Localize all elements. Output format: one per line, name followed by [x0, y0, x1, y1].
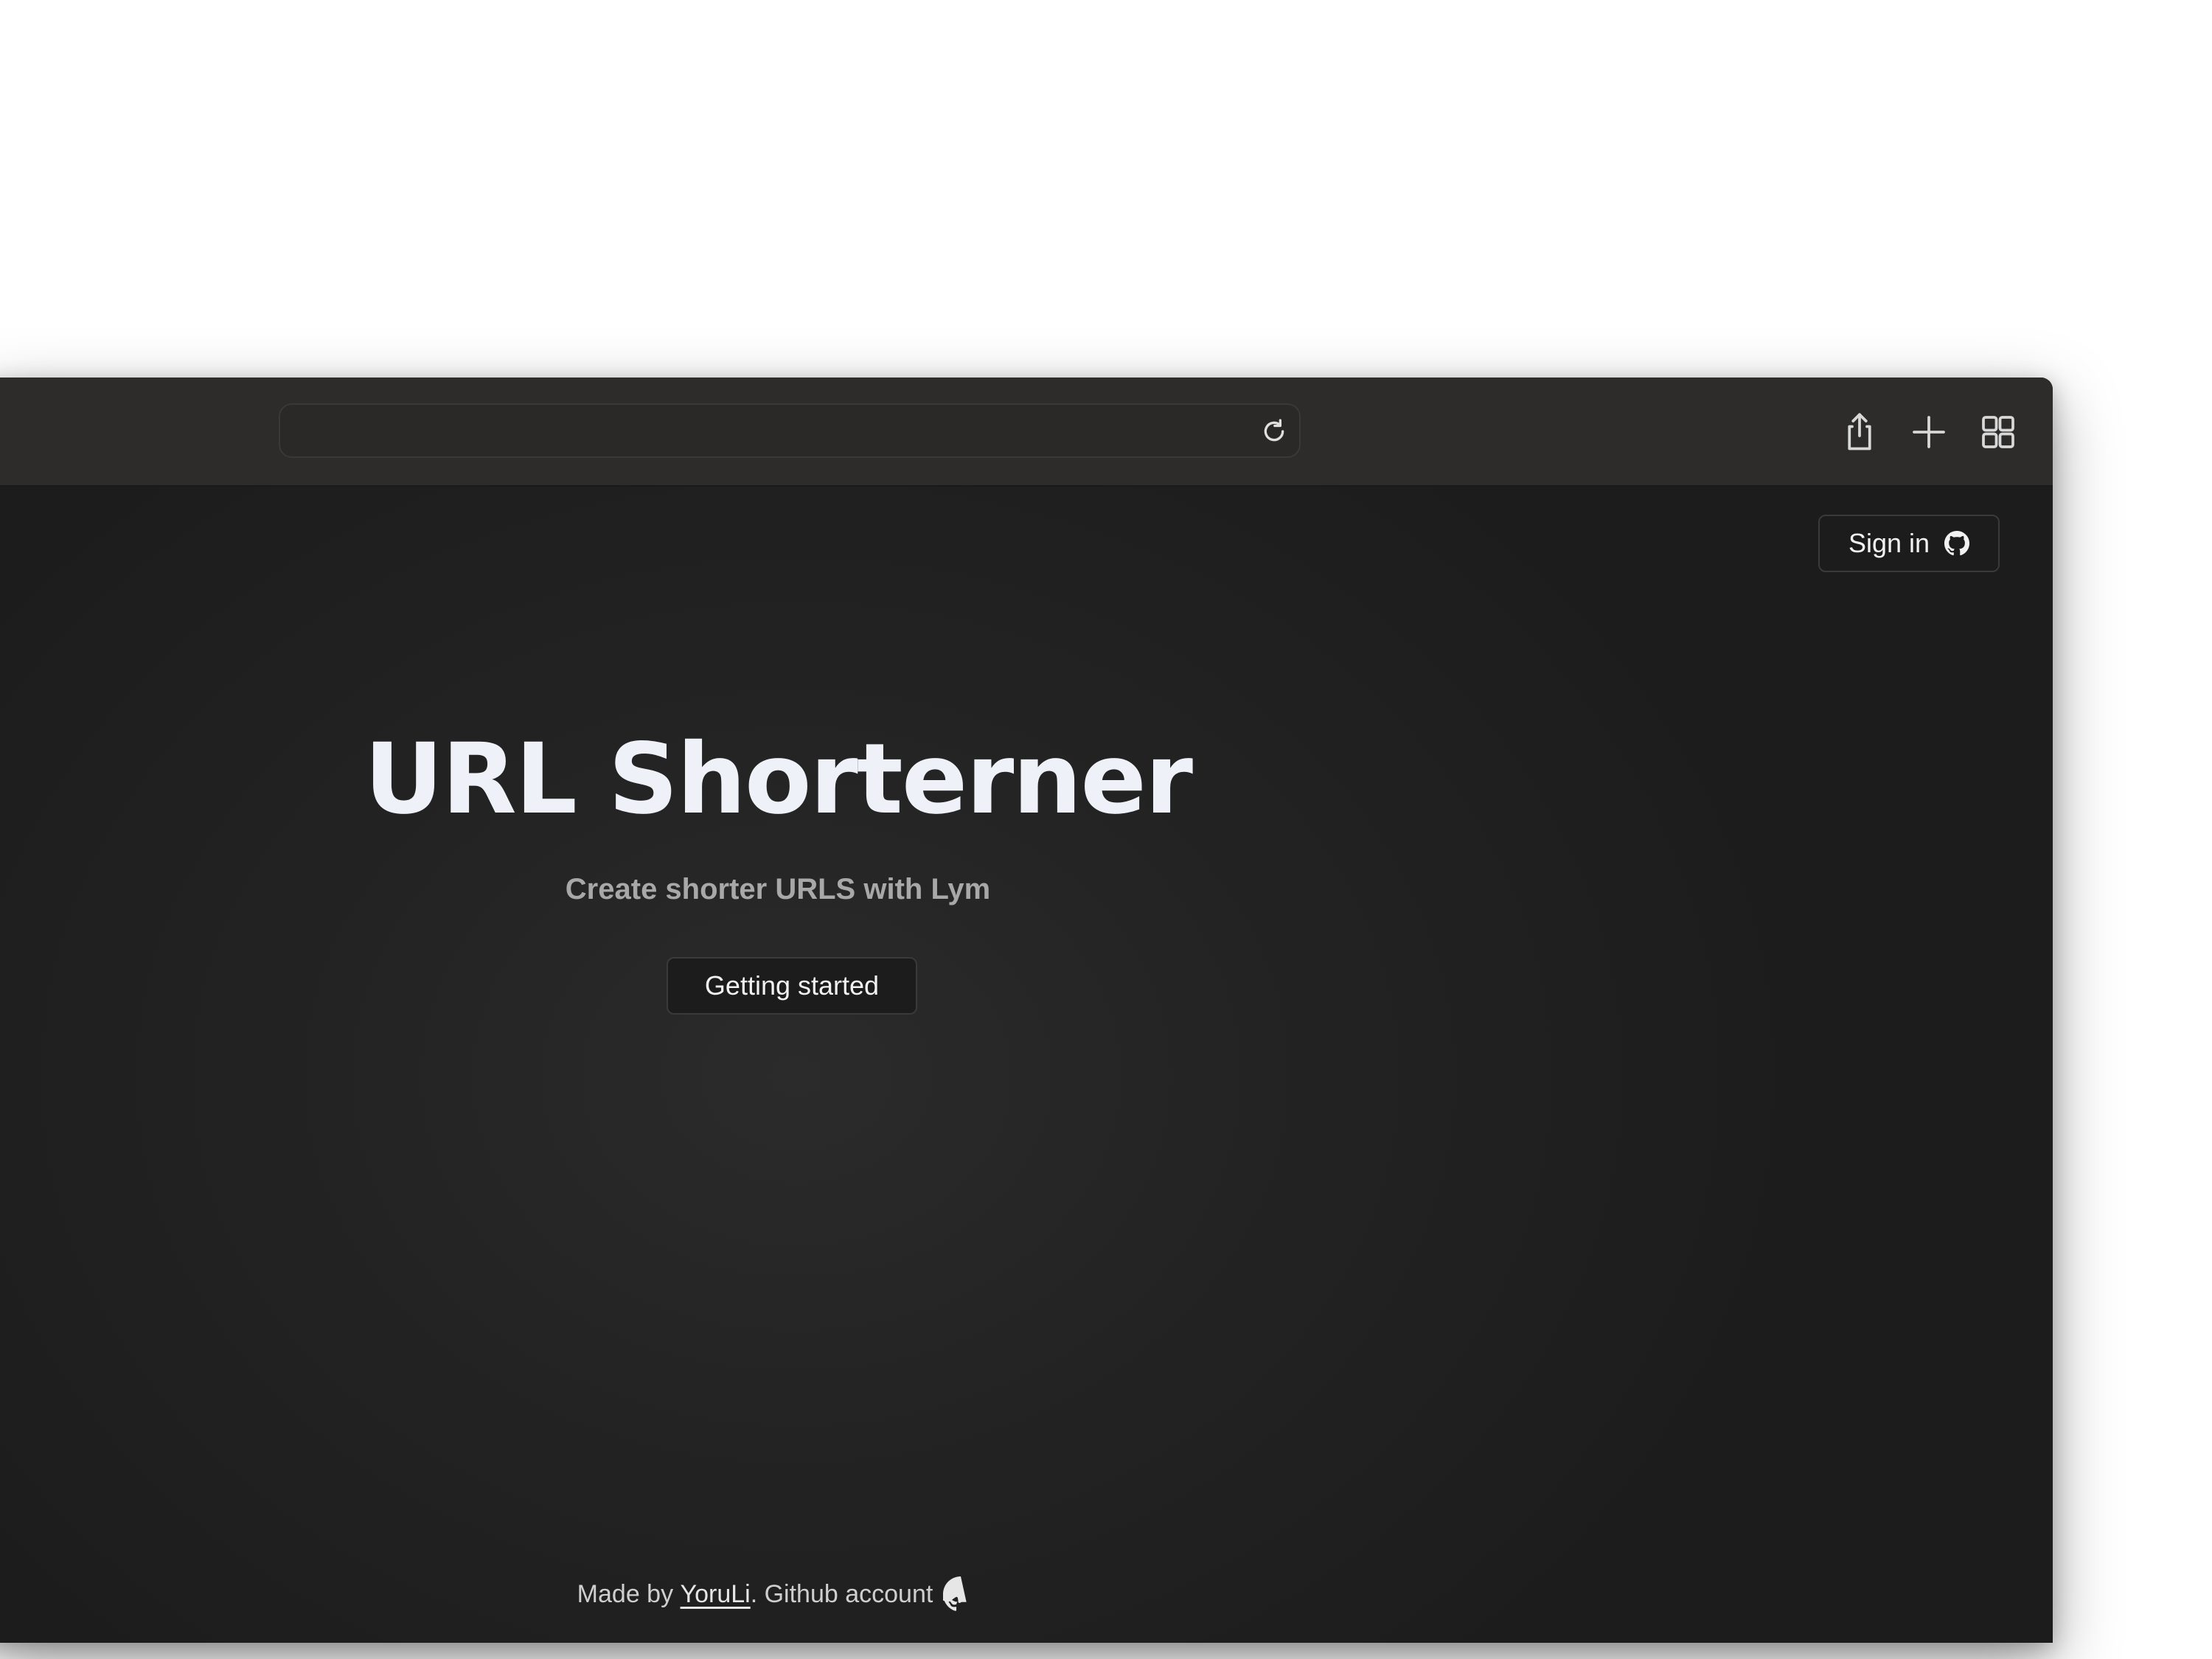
plus-icon[interactable]	[1907, 410, 1951, 454]
page-content: Sign in URL Shorterner Create shorter UR…	[0, 487, 2053, 1643]
grid-icon[interactable]	[1976, 410, 2020, 454]
sign-in-button[interactable]: Sign in	[1818, 515, 2000, 572]
footer-suffix: . Github account	[750, 1579, 933, 1608]
share-icon[interactable]	[1837, 410, 1882, 454]
page-title: URL Shorterner	[364, 723, 1193, 836]
address-bar[interactable]	[279, 403, 1301, 458]
github-icon	[1944, 531, 1970, 556]
getting-started-button[interactable]: Getting started	[667, 957, 917, 1015]
reload-icon[interactable]	[1259, 417, 1289, 446]
footer-prefix: Made by	[577, 1579, 681, 1608]
screenshot-stage: Sign in URL Shorterner Create shorter UR…	[0, 0, 2212, 1659]
author-link[interactable]: YoruLi	[681, 1580, 751, 1609]
page-subtitle: Create shorter URLS with Lym	[565, 873, 991, 905]
browser-window: Sign in URL Shorterner Create shorter UR…	[0, 378, 2053, 1643]
github-icon[interactable]	[943, 1576, 978, 1612]
sign-in-label: Sign in	[1848, 528, 1930, 558]
footer: Made by YoruLi . Github account	[0, 1576, 1571, 1612]
browser-toolbar	[0, 378, 2053, 487]
